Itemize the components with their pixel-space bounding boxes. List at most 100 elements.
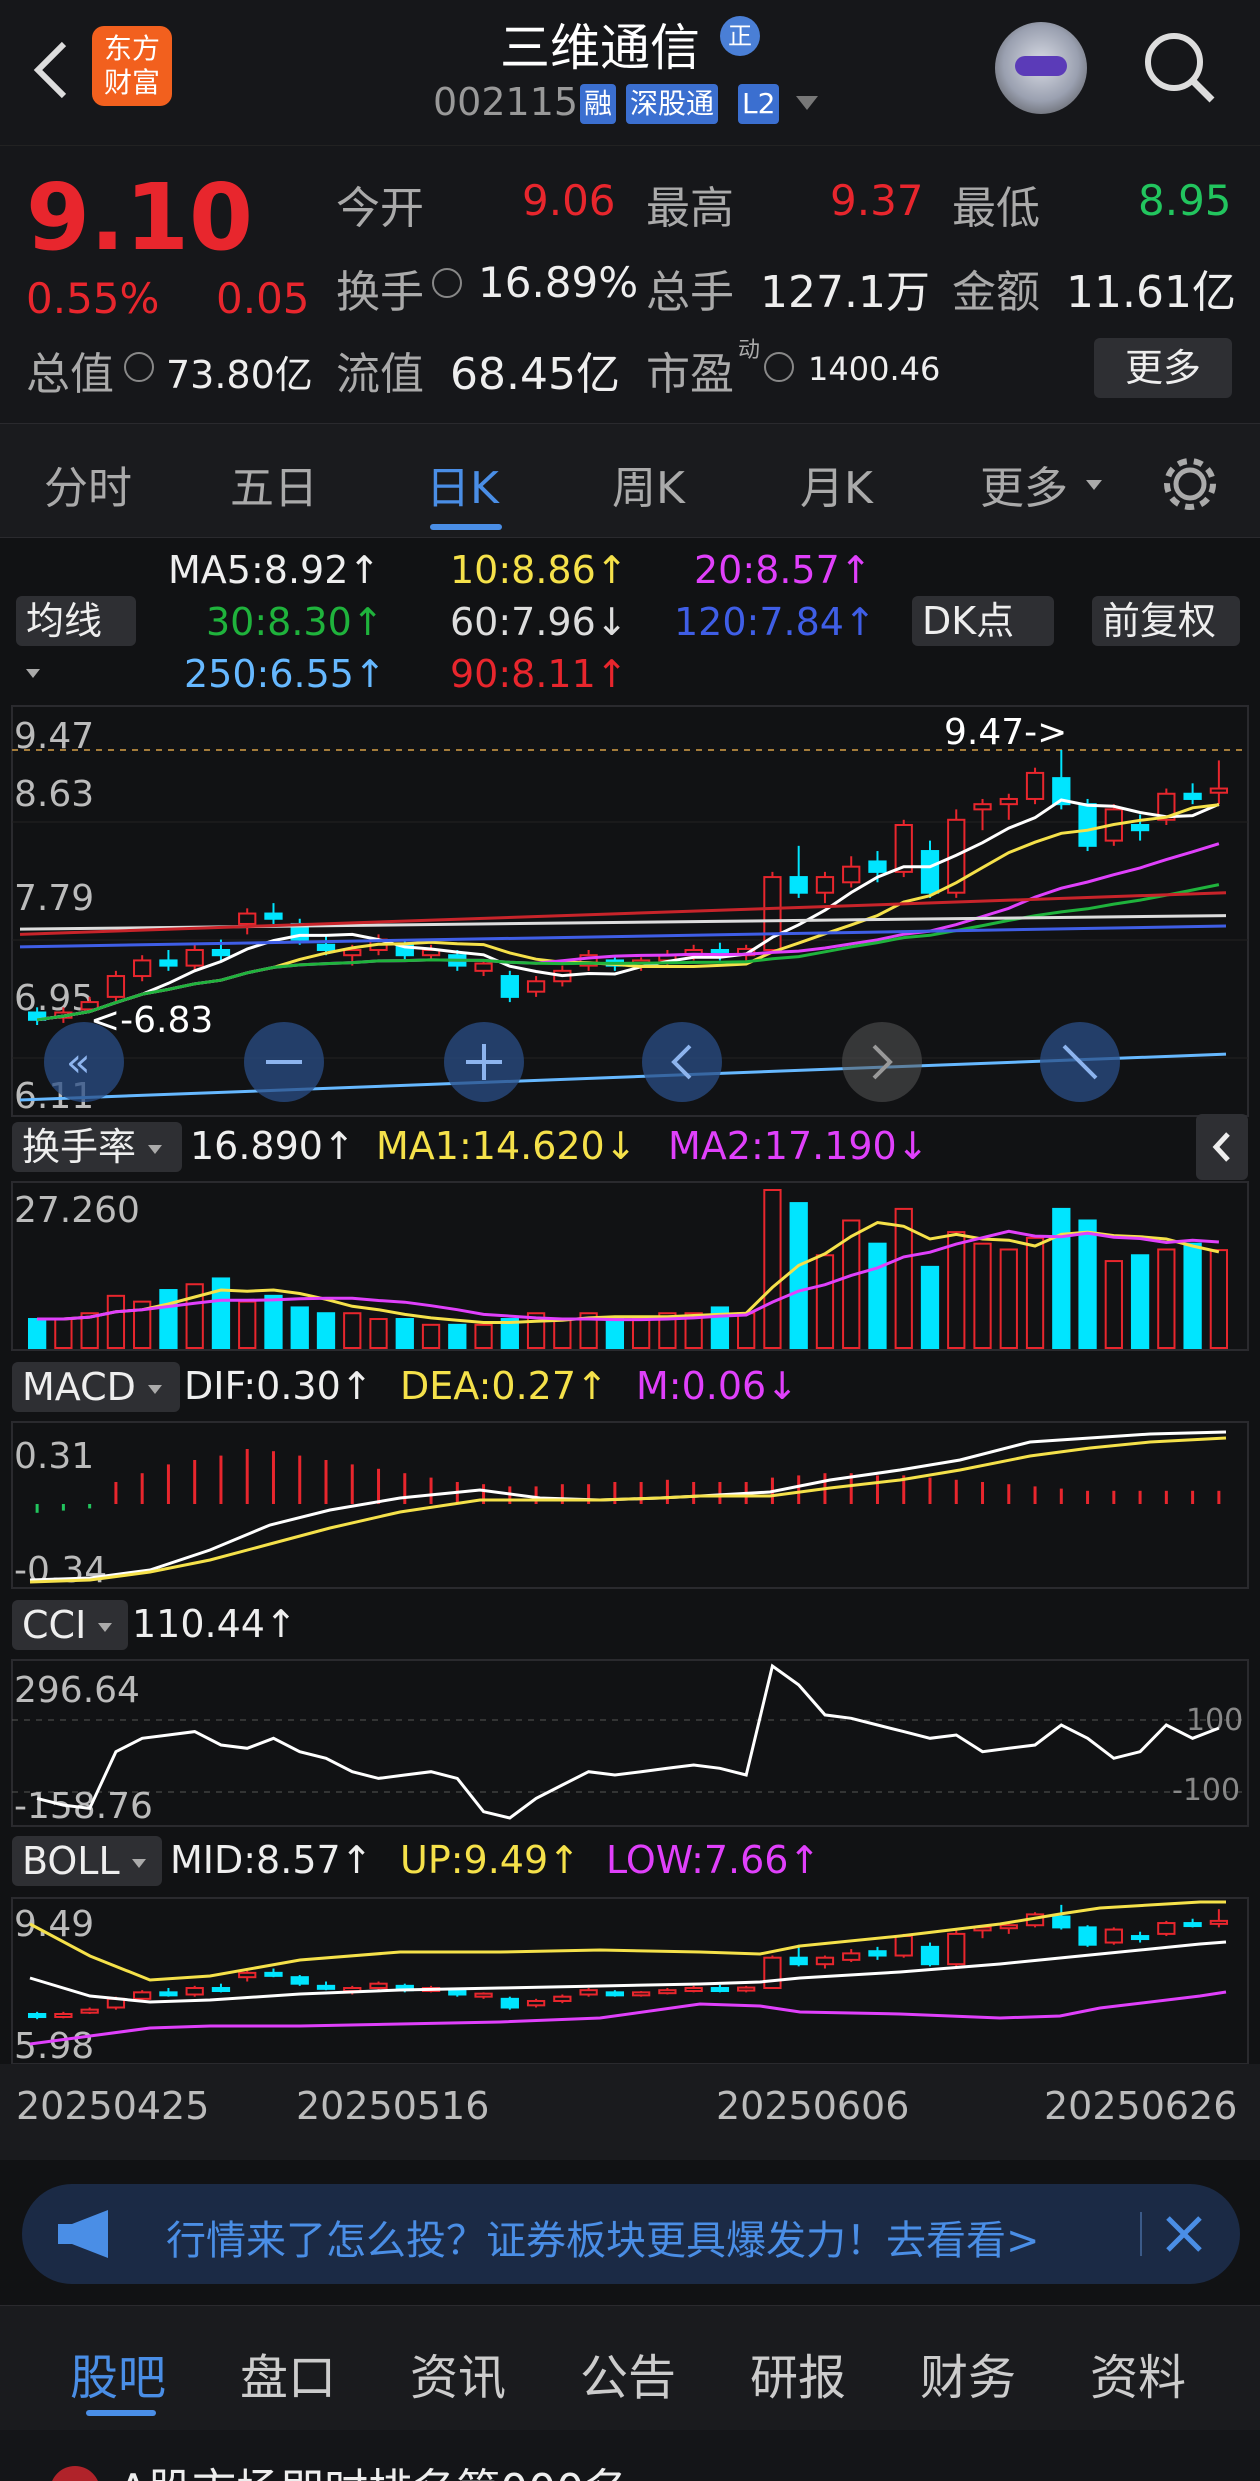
turnover-bar bbox=[999, 1248, 1018, 1349]
candle-body bbox=[894, 824, 913, 873]
back-icon[interactable] bbox=[22, 30, 82, 110]
macd-ytop: 0.31 bbox=[14, 1436, 94, 1477]
boll-candle-body bbox=[684, 1987, 703, 1993]
candle-body bbox=[343, 949, 362, 957]
tab-monthly-k[interactable]: 月K bbox=[800, 452, 873, 516]
stock-title: 三维通信 bbox=[500, 19, 700, 77]
tab-announcements[interactable]: 公告 bbox=[580, 2338, 676, 2408]
turnover-ymax: 27.260 bbox=[14, 1190, 140, 1231]
cci-value: 110.44↑ bbox=[132, 1602, 297, 1646]
chevron-down-icon bbox=[131, 1859, 146, 1868]
close-icon[interactable] bbox=[1156, 2206, 1212, 2262]
boll-candle-body bbox=[185, 1987, 204, 1996]
tab-weekly-k[interactable]: 周K bbox=[612, 452, 685, 516]
candle-body bbox=[1078, 803, 1097, 847]
tab-intraday[interactable]: 分时 bbox=[44, 452, 132, 516]
volume-label: 总手 bbox=[646, 267, 734, 318]
turnover-bar bbox=[1209, 1249, 1229, 1349]
candle-body bbox=[1025, 771, 1045, 800]
boll-candle-body bbox=[1157, 1922, 1176, 1935]
boll-candle-body bbox=[737, 1986, 756, 1992]
pe-superscript: 动 bbox=[738, 338, 761, 363]
boll-low: LOW:7.66↑ bbox=[606, 1838, 821, 1882]
boll-candle-body bbox=[631, 1991, 651, 1997]
app-logo: 东方财富 bbox=[92, 26, 172, 106]
robot-avatar-icon[interactable] bbox=[995, 22, 1087, 114]
candlestick-chart[interactable]: 9.47 8.63 7.79 6.95 6.11 9.47-> <-6.83 « bbox=[0, 700, 1260, 1118]
nav-next-icon[interactable] bbox=[842, 1022, 922, 1102]
candle-body bbox=[474, 962, 493, 972]
chevron-down-icon bbox=[1086, 480, 1102, 490]
tab-five-day[interactable]: 五日 bbox=[230, 452, 318, 516]
collapse-panel-button[interactable] bbox=[1196, 1114, 1248, 1180]
adjust-button[interactable]: 前复权 bbox=[1092, 596, 1240, 646]
turnover-label: 换手 bbox=[336, 267, 424, 318]
ma20-line bbox=[36, 842, 1220, 1022]
cci-selector[interactable]: CCI bbox=[12, 1600, 128, 1650]
adjust-label: 前复权 bbox=[1102, 599, 1217, 643]
turnover-bar bbox=[1157, 1248, 1176, 1349]
tab-daily-k[interactable]: 日K bbox=[426, 452, 499, 516]
chevron-down-icon bbox=[26, 669, 40, 678]
boll-candle-body bbox=[1078, 1926, 1097, 1946]
tab-research[interactable]: 研报 bbox=[750, 2338, 846, 2408]
boll-candle-body bbox=[999, 1924, 1018, 1930]
macd-selector[interactable]: MACD bbox=[12, 1362, 180, 1412]
turnover-bar bbox=[238, 1300, 257, 1349]
boll-candle-body bbox=[526, 2000, 546, 2007]
more-button[interactable]: 更多 bbox=[1094, 338, 1232, 398]
tag-margin: 融 bbox=[580, 84, 617, 124]
turnover-bar bbox=[1183, 1242, 1202, 1350]
tab-profile[interactable]: 资料 bbox=[1090, 2338, 1186, 2408]
tab-guba[interactable]: 股吧 bbox=[70, 2338, 166, 2408]
boll-candle-body bbox=[264, 1971, 283, 1977]
tab-pankou[interactable]: 盘口 bbox=[240, 2338, 336, 2408]
macd-chart: 0.31 -0.34 bbox=[11, 1421, 1249, 1590]
nav-prev-icon[interactable] bbox=[642, 1022, 722, 1102]
ma-selector[interactable]: 均线 bbox=[16, 596, 136, 678]
macd-selector-label: MACD bbox=[22, 1365, 136, 1409]
macd-m: M:0.06↓ bbox=[636, 1364, 799, 1408]
turnover-selector[interactable]: 换手率 bbox=[12, 1122, 182, 1172]
info-icon[interactable] bbox=[124, 352, 154, 382]
peek-text: A股市场即时排名第000名 bbox=[118, 2454, 628, 2481]
high-value: 9.37 bbox=[830, 176, 924, 225]
search-icon[interactable] bbox=[1140, 28, 1220, 108]
active-tab-indicator bbox=[430, 524, 502, 530]
turnover-bar bbox=[159, 1289, 178, 1349]
boll-candle-body bbox=[1052, 1915, 1071, 1929]
tab-more[interactable]: 更多 bbox=[980, 452, 1068, 516]
chevron-down-icon[interactable] bbox=[796, 96, 818, 110]
ma90-legend: 90:8.11↑ bbox=[450, 652, 628, 696]
candle-body bbox=[211, 949, 231, 957]
promo-banner[interactable]: 行情来了怎么投？证券板块更具爆发力！去看看> bbox=[22, 2184, 1240, 2284]
gear-icon[interactable] bbox=[1160, 454, 1220, 514]
boll-candle-body bbox=[369, 1982, 388, 1990]
candle-group bbox=[27, 750, 1229, 1025]
macd-dea-line bbox=[29, 1436, 1227, 1584]
boll-candle-body bbox=[710, 1987, 730, 1993]
dk-point-button[interactable]: DK点 bbox=[912, 596, 1054, 646]
y-label-2: 8.63 bbox=[14, 774, 94, 815]
info-icon[interactable] bbox=[764, 352, 794, 382]
turnover-bars bbox=[27, 1189, 1229, 1350]
candle-body bbox=[999, 797, 1018, 806]
turnover-bar bbox=[789, 1202, 808, 1350]
cci-ref-down: -100 bbox=[1172, 1773, 1240, 1808]
tag-l2: L2 bbox=[738, 84, 780, 124]
tab-news[interactable]: 资讯 bbox=[410, 2338, 506, 2408]
boll-candle-body bbox=[947, 1932, 966, 1966]
candle-body bbox=[1130, 824, 1150, 832]
ma10-legend: 10:8.86↑ bbox=[450, 548, 628, 592]
peek-list-item[interactable]: A股市场即时排名第000名 bbox=[0, 2430, 1260, 2481]
turnover-bar bbox=[1078, 1219, 1097, 1349]
boll-selector[interactable]: BOLL bbox=[12, 1836, 162, 1886]
candle-body bbox=[868, 860, 887, 873]
boll-up-line bbox=[29, 1900, 1226, 1982]
info-icon[interactable] bbox=[432, 268, 462, 298]
candle-body bbox=[185, 949, 204, 967]
turnover-bar bbox=[631, 1318, 651, 1349]
tab-finance[interactable]: 财务 bbox=[920, 2338, 1016, 2408]
candle-body bbox=[789, 876, 808, 894]
boll-candle-body bbox=[842, 1952, 861, 1961]
